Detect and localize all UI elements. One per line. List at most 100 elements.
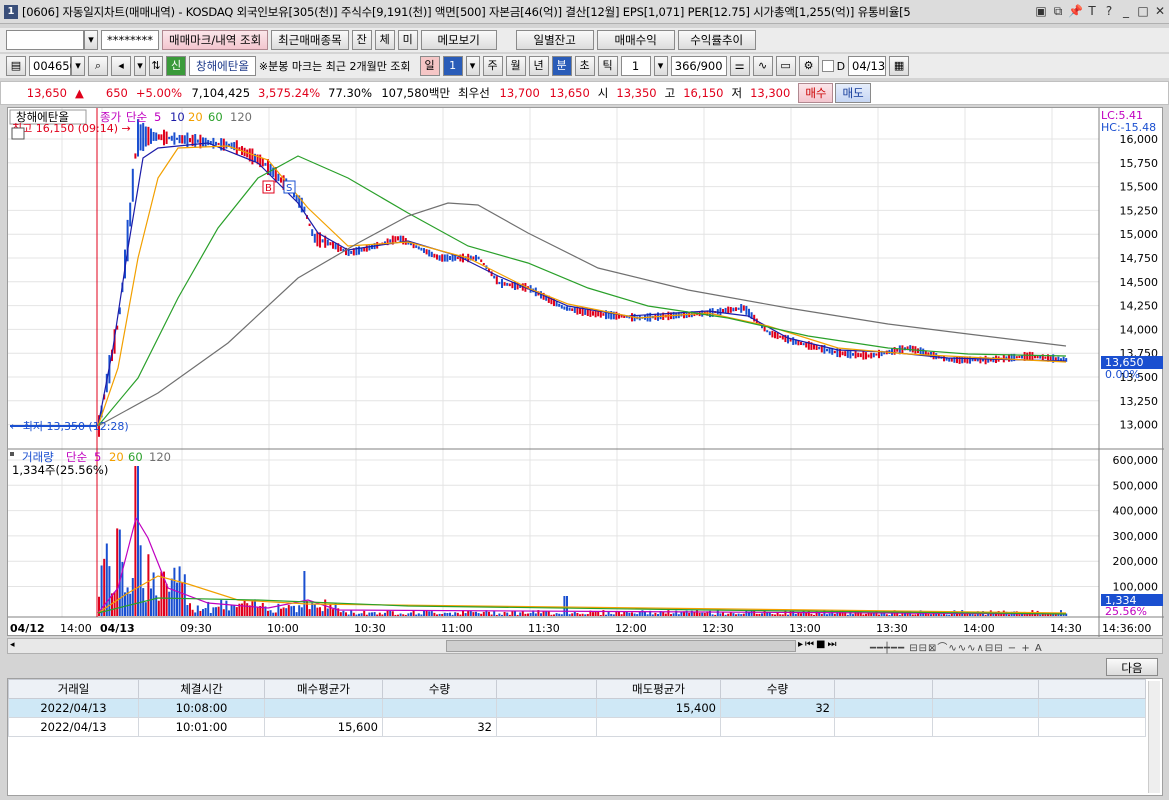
period-second[interactable]: 초 bbox=[574, 56, 595, 76]
buy-button[interactable]: 매수 bbox=[798, 83, 834, 103]
gear-icon[interactable]: ⚙ bbox=[798, 56, 819, 76]
prev-arrow-icon[interactable]: ⇅ bbox=[149, 56, 163, 76]
time-tick-label: 14:00 bbox=[963, 622, 995, 635]
scroll-left-icon[interactable]: ◂ bbox=[10, 640, 20, 652]
save-icon[interactable]: ▭ bbox=[775, 56, 796, 76]
chevron-down-icon[interactable]: ▾ bbox=[653, 56, 668, 76]
period-tick[interactable]: 틱 bbox=[597, 56, 618, 76]
col-buy-qty[interactable]: 수량 bbox=[382, 679, 497, 699]
volume-bar bbox=[373, 612, 376, 616]
candle bbox=[573, 307, 576, 313]
col-buy-avg[interactable]: 매수평균가 bbox=[264, 679, 383, 699]
volume-legend-ma120: 120 bbox=[149, 450, 171, 464]
grid-scrollbar[interactable] bbox=[1148, 681, 1160, 793]
table-row[interactable]: 2022/04/13 10:08:00 15,400 32 bbox=[8, 698, 1146, 718]
chart-tools-icon[interactable]: ━━┿━━ ⊟⊟⊠⌒∿∿∿∧⊟⊟ − + A bbox=[870, 639, 1043, 654]
candle bbox=[846, 349, 849, 358]
playback-controls[interactable]: ▸⏮■⏭ bbox=[798, 639, 838, 650]
calculator-icon[interactable] bbox=[11, 127, 25, 140]
candle bbox=[1026, 352, 1029, 360]
memo-button[interactable]: 메모보기 bbox=[420, 30, 497, 50]
col-sell-qty[interactable]: 수량 bbox=[720, 679, 835, 699]
filled-button[interactable]: 체 bbox=[374, 30, 395, 50]
volume-bar bbox=[222, 609, 225, 616]
daily-balance-button[interactable]: 일별잔고 bbox=[515, 30, 594, 50]
stock-code-input[interactable]: 004650 bbox=[29, 56, 77, 76]
volume-bar bbox=[555, 613, 558, 616]
period-minute[interactable]: 분 bbox=[551, 56, 572, 76]
candle bbox=[157, 134, 160, 140]
candle bbox=[911, 345, 914, 353]
candle bbox=[592, 311, 594, 316]
account-select[interactable] bbox=[6, 30, 84, 50]
chevron-down-icon[interactable]: ▾ bbox=[71, 56, 85, 76]
chart-scrollbar[interactable]: ◂ ▸⏮■⏭ ━━┿━━ ⊟⊟⊠⌒∿∿∿∧⊟⊟ − + A bbox=[7, 638, 1163, 654]
restore-icon[interactable]: ▣ bbox=[1034, 3, 1048, 19]
volume-bar bbox=[282, 607, 285, 616]
buy-mark[interactable]: B bbox=[262, 180, 275, 194]
pattern-icon[interactable]: ∿ bbox=[752, 56, 773, 76]
chevron-down-icon[interactable]: ▾ bbox=[134, 56, 146, 76]
yield-trend-button[interactable]: 수익률추이 bbox=[677, 30, 756, 50]
price-volume-chart[interactable]: 16,000 15,750 15,500 15,250 15,000 14,750 14,5… bbox=[8, 108, 1164, 637]
candle bbox=[589, 309, 592, 317]
password-field[interactable]: ******** bbox=[101, 30, 159, 50]
unfilled-button[interactable]: 미 bbox=[397, 30, 418, 50]
chevron-down-icon[interactable]: ▾ bbox=[84, 30, 98, 50]
stock-list-icon[interactable]: ▤ bbox=[6, 56, 26, 76]
scroll-thumb[interactable] bbox=[446, 640, 796, 652]
period-week[interactable]: 주 bbox=[482, 56, 503, 76]
volume-bar bbox=[131, 577, 134, 616]
sell-mark[interactable]: S bbox=[283, 180, 296, 194]
candle bbox=[602, 313, 605, 316]
next-button[interactable]: 다음 bbox=[1106, 658, 1158, 676]
font-icon[interactable]: T bbox=[1085, 3, 1099, 19]
volume-bar bbox=[620, 614, 623, 616]
period-month[interactable]: 월 bbox=[505, 56, 526, 76]
calendar-icon[interactable]: ▦ bbox=[889, 56, 910, 76]
recent-trades-button[interactable]: 최근매매종목 bbox=[271, 30, 349, 50]
volume-bar bbox=[235, 607, 238, 616]
candle bbox=[802, 343, 805, 346]
balance-button[interactable]: 잔 bbox=[351, 30, 372, 50]
search-icon[interactable]: ⌕ bbox=[88, 56, 108, 76]
candle bbox=[776, 332, 779, 340]
maximize-icon[interactable]: □ bbox=[1136, 3, 1150, 19]
volume-bar bbox=[586, 614, 589, 616]
volume-bar bbox=[157, 600, 160, 616]
volume-bar bbox=[233, 605, 236, 616]
indicator-icon[interactable]: ⚌ bbox=[729, 56, 750, 76]
sell-button[interactable]: 매도 bbox=[835, 83, 871, 103]
col-sell-avg[interactable]: 매도평균가 bbox=[596, 679, 721, 699]
candle bbox=[943, 355, 945, 362]
candle bbox=[560, 304, 563, 309]
data-count-input[interactable]: 366/900 bbox=[670, 56, 727, 76]
period-day[interactable]: 일 bbox=[419, 56, 440, 76]
help-icon[interactable]: ? bbox=[1102, 3, 1116, 19]
close-icon[interactable]: ✕ bbox=[1153, 3, 1167, 19]
volume-bar bbox=[865, 613, 867, 616]
candle bbox=[189, 138, 191, 143]
period-year[interactable]: 년 bbox=[528, 56, 549, 76]
speaker-icon[interactable]: ◂ bbox=[111, 56, 131, 76]
trade-mark-query-button[interactable]: 매매마크/내역 조회 bbox=[162, 30, 269, 50]
pin-icon[interactable]: 📌 bbox=[1068, 3, 1083, 19]
col-exec-time[interactable]: 체결시간 bbox=[138, 679, 265, 699]
tile-icon[interactable]: ⧉ bbox=[1051, 3, 1065, 19]
time-tick-label: 13:00 bbox=[789, 622, 821, 635]
chart-area[interactable]: 16,000 15,750 15,500 15,250 15,000 14,750 14,5… bbox=[7, 107, 1164, 637]
col-trade-date[interactable]: 거래일 bbox=[8, 679, 139, 699]
trade-profit-button[interactable]: 매매수익 bbox=[596, 30, 675, 50]
stock-name[interactable]: 창해에탄올 bbox=[189, 56, 256, 76]
volume-bar bbox=[813, 614, 815, 616]
date-input[interactable]: 04/13 bbox=[848, 56, 887, 76]
chevron-down-icon[interactable]: ▾ bbox=[465, 56, 480, 76]
candle bbox=[833, 350, 836, 354]
date-checkbox[interactable] bbox=[821, 60, 834, 72]
interval-select[interactable]: 1 bbox=[620, 56, 651, 76]
volume-bar bbox=[126, 587, 129, 616]
table-row[interactable]: 2022/04/13 10:01:00 15,600 32 bbox=[8, 717, 1146, 737]
minimize-icon[interactable]: _ bbox=[1119, 3, 1133, 19]
svg-text:S: S bbox=[286, 183, 292, 194]
period-number[interactable]: 1 bbox=[442, 56, 463, 76]
